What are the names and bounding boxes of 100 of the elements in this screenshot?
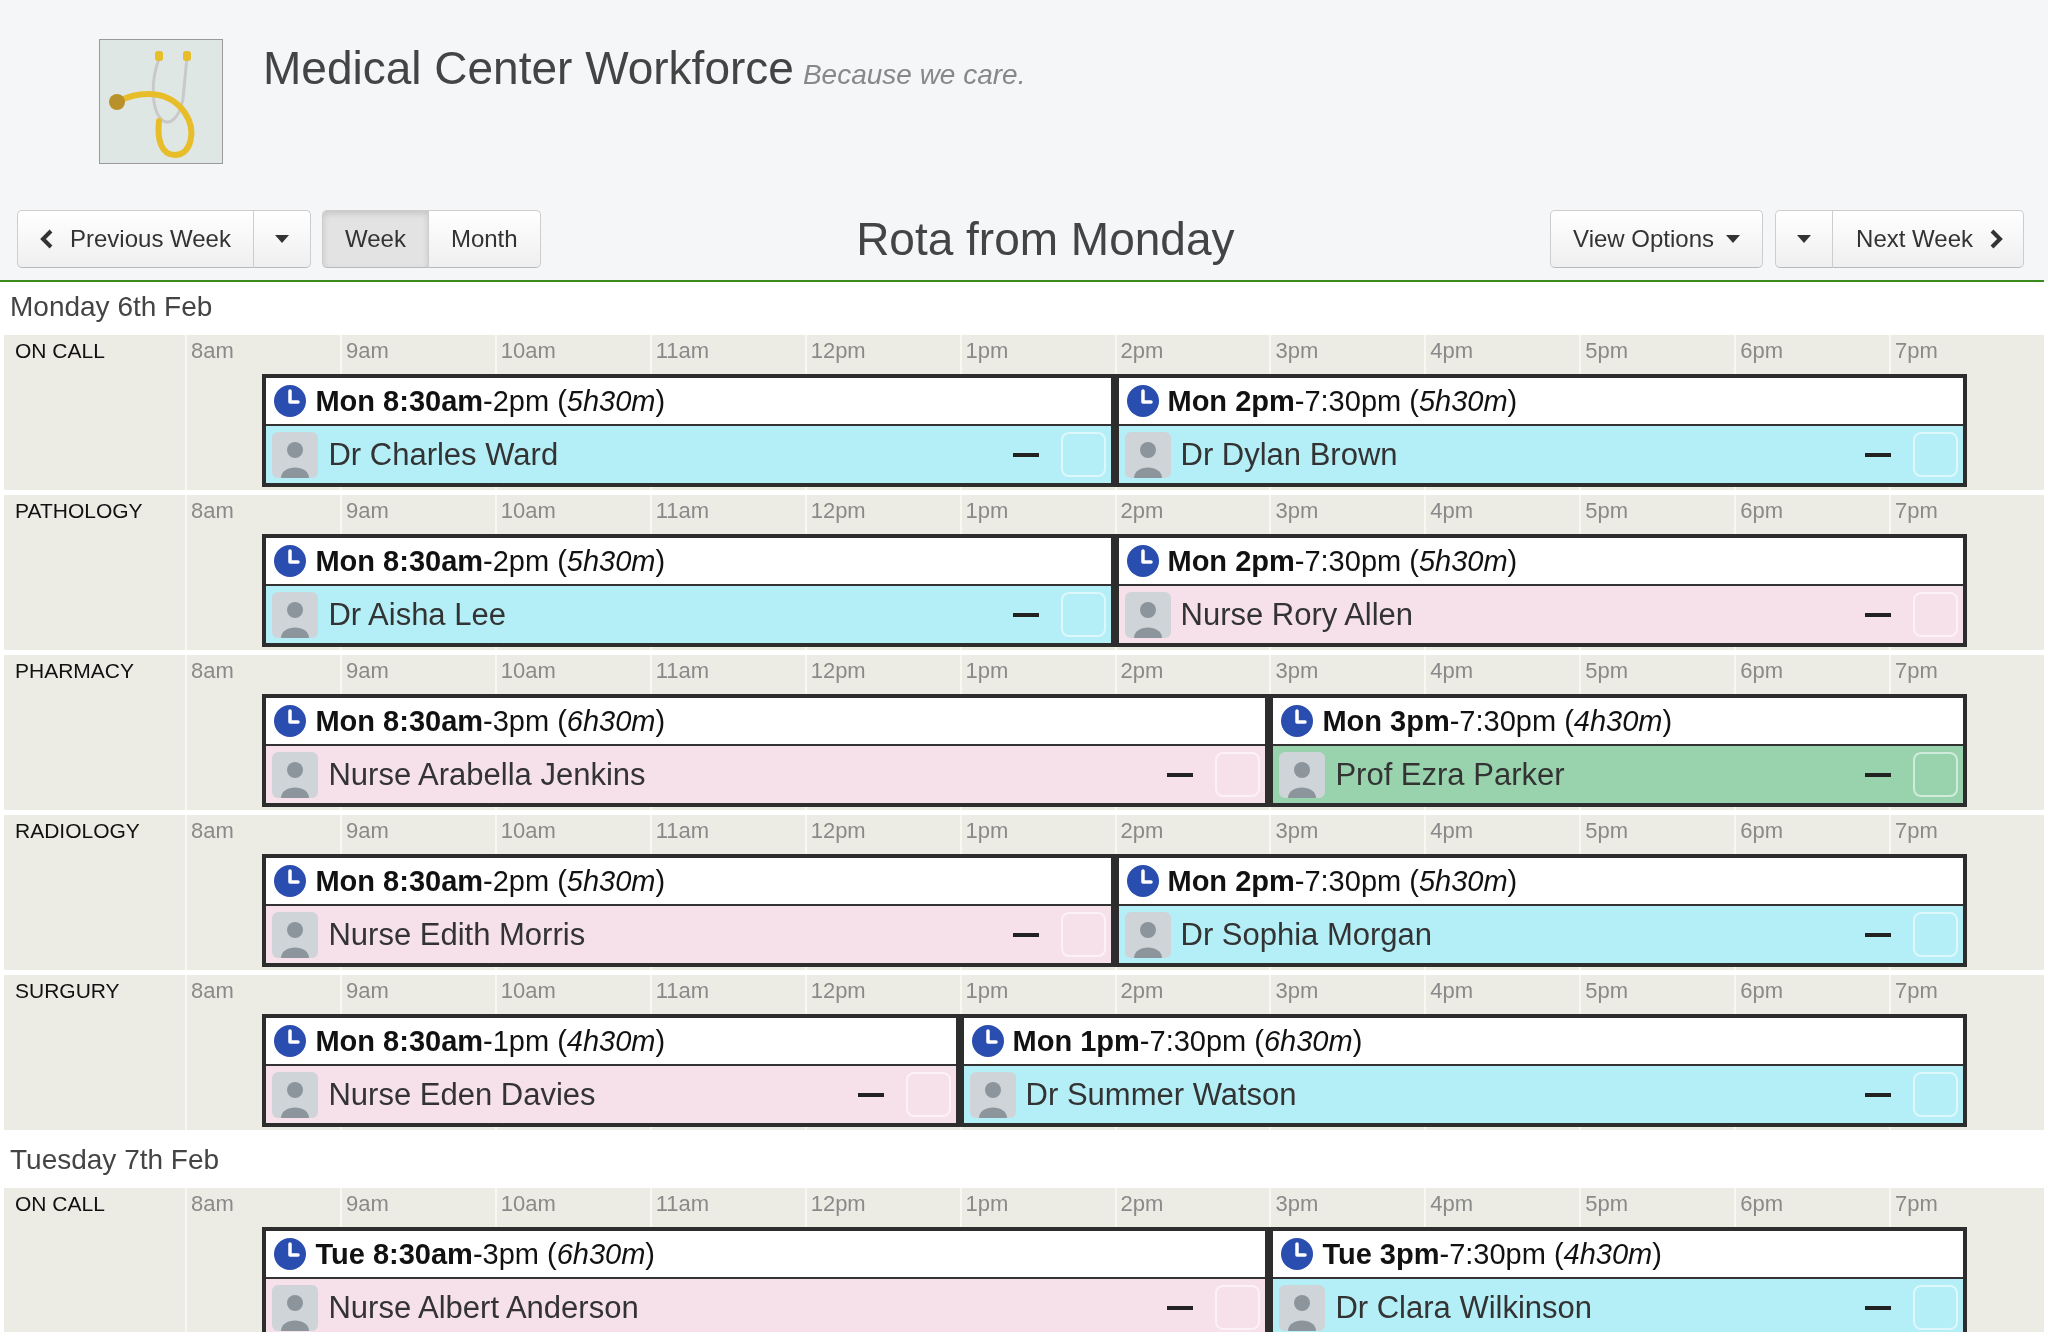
shift-card[interactable]: Mon 2pm-7:30pm (5h30m) Dr Dylan Brown bbox=[1114, 374, 1967, 487]
hour-label: 4pm bbox=[1430, 658, 1474, 683]
hour-label: 5pm bbox=[1585, 1191, 1629, 1216]
staff-name: Dr Dylan Brown bbox=[1180, 436, 1398, 473]
dropdown-button[interactable] bbox=[1775, 210, 1834, 268]
clock-icon bbox=[1281, 705, 1314, 737]
avatar-icon bbox=[1124, 591, 1171, 638]
minus-icon[interactable] bbox=[1864, 772, 1891, 777]
hour-label: 1pm bbox=[965, 818, 1009, 843]
shift-card[interactable]: Mon 8:30am-1pm (4h30m) Nurse Eden Davies bbox=[262, 1014, 960, 1127]
hour-label: 12pm bbox=[810, 338, 866, 363]
hour-label: 1pm bbox=[965, 338, 1009, 363]
staff-name: Nurse Albert Anderson bbox=[328, 1289, 639, 1326]
shift-card[interactable]: Mon 2pm-7:30pm (5h30m) Nurse Rory Allen bbox=[1114, 534, 1967, 647]
staff-name: Nurse Arabella Jenkins bbox=[328, 756, 646, 793]
hour-label: 5pm bbox=[1585, 978, 1629, 1003]
minus-icon[interactable] bbox=[1167, 772, 1194, 777]
minus-icon[interactable] bbox=[1012, 612, 1039, 617]
hour-label: 7pm bbox=[1895, 1191, 1938, 1216]
view-tab[interactable]: Week bbox=[321, 210, 429, 268]
checkbox[interactable] bbox=[1912, 912, 1958, 957]
staff-name: Dr Aisha Lee bbox=[328, 596, 506, 633]
caret-icon bbox=[1797, 235, 1812, 243]
checkbox[interactable] bbox=[1060, 432, 1106, 477]
staff-name: Prof Ezra Parker bbox=[1335, 756, 1565, 793]
department-label: ON CALL bbox=[15, 339, 105, 362]
checkbox[interactable] bbox=[1912, 1285, 1958, 1330]
hour-label: 10am bbox=[500, 498, 556, 523]
minus-icon[interactable] bbox=[1864, 1305, 1891, 1310]
hour-label: 7pm bbox=[1895, 818, 1938, 843]
hour-label: 7pm bbox=[1895, 658, 1938, 683]
department-label: RADIOLOGY bbox=[15, 819, 140, 842]
staff-name: Dr Sophia Morgan bbox=[1180, 916, 1433, 953]
shift-card[interactable]: Mon 8:30am-3pm (6h30m) Nurse Arabella Jenkins bbox=[262, 694, 1270, 807]
page-title: Rota from Monday bbox=[856, 212, 1235, 267]
hour-label: 10am bbox=[500, 818, 556, 843]
clock-icon bbox=[1126, 385, 1159, 417]
hour-label: 11am bbox=[655, 978, 710, 1003]
shift-time: Mon 2pm-7:30pm (5h30m) bbox=[1167, 384, 1518, 418]
hour-label: 5pm bbox=[1585, 658, 1629, 683]
clock-icon bbox=[274, 1025, 307, 1057]
shift-card[interactable]: Mon 8:30am-2pm (5h30m) Dr Aisha Lee bbox=[262, 534, 1115, 647]
clock-icon bbox=[274, 385, 307, 417]
hour-label: 11am bbox=[655, 658, 710, 683]
hour-label: 10am bbox=[500, 978, 556, 1003]
checkbox[interactable] bbox=[1060, 592, 1106, 637]
shift-card[interactable]: Mon 8:30am-2pm (5h30m) Dr Charles Ward bbox=[262, 374, 1115, 487]
previous-week-button[interactable]: Previous Week bbox=[17, 210, 254, 268]
clock-icon bbox=[274, 1238, 307, 1270]
shift-time: Tue 3pm-7:30pm (4h30m) bbox=[1322, 1237, 1662, 1271]
shift-card[interactable]: Mon 8:30am-2pm (5h30m) Nurse Edith Morris bbox=[262, 854, 1115, 967]
staff-name: Dr Clara Wilkinson bbox=[1335, 1289, 1593, 1326]
tagline: Because we care. bbox=[802, 59, 1026, 91]
staff-name: Dr Summer Watson bbox=[1025, 1076, 1297, 1113]
hour-label: 9am bbox=[345, 978, 389, 1003]
shift-card[interactable]: Tue 3pm-7:30pm (4h30m) Dr Clara Wilkinson bbox=[1269, 1227, 1967, 1332]
minus-icon[interactable] bbox=[1864, 452, 1891, 457]
hour-label: 6pm bbox=[1740, 498, 1783, 523]
hour-label: 9am bbox=[345, 1191, 389, 1216]
hour-label: 8am bbox=[191, 978, 234, 1003]
hour-label: 9am bbox=[345, 338, 389, 363]
minus-icon[interactable] bbox=[1012, 452, 1039, 457]
shift-time: Mon 2pm-7:30pm (5h30m) bbox=[1167, 864, 1518, 898]
shift-card[interactable]: Mon 2pm-7:30pm (5h30m) Dr Sophia Morgan bbox=[1114, 854, 1967, 967]
hour-label: 7pm bbox=[1895, 338, 1938, 363]
hour-label: 1pm bbox=[965, 1191, 1009, 1216]
dropdown-button[interactable] bbox=[252, 210, 311, 268]
view-options-button[interactable]: View Options bbox=[1550, 210, 1764, 268]
hour-label: 6pm bbox=[1740, 658, 1783, 683]
minus-icon[interactable] bbox=[1012, 932, 1039, 937]
staff-name: Nurse Edith Morris bbox=[328, 916, 586, 953]
hour-label: 6pm bbox=[1740, 338, 1783, 363]
checkbox[interactable] bbox=[1912, 752, 1958, 797]
hour-label: 8am bbox=[191, 818, 234, 843]
checkbox[interactable] bbox=[1912, 432, 1958, 477]
shift-card[interactable]: Tue 8:30am-3pm (6h30m) Nurse Albert Anderson bbox=[262, 1227, 1270, 1332]
hour-label: 2pm bbox=[1120, 978, 1164, 1003]
hour-label: 4pm bbox=[1430, 338, 1474, 363]
minus-icon[interactable] bbox=[857, 1092, 884, 1097]
day-heading: Tuesday 7th Feb bbox=[10, 1144, 220, 1175]
chevron-right-icon bbox=[1989, 229, 2003, 249]
hour-label: 6pm bbox=[1740, 1191, 1783, 1216]
next-week-button[interactable]: Next Week bbox=[1832, 210, 2024, 268]
shift-card[interactable]: Mon 1pm-7:30pm (6h30m) Dr Summer Watson bbox=[959, 1014, 1967, 1127]
hour-label: 12pm bbox=[810, 818, 866, 843]
minus-icon[interactable] bbox=[1864, 612, 1891, 617]
avatar-icon bbox=[272, 1071, 319, 1118]
checkbox[interactable] bbox=[1912, 1072, 1958, 1117]
hour-label: 3pm bbox=[1275, 818, 1319, 843]
minus-icon[interactable] bbox=[1167, 1305, 1194, 1310]
avatar-icon bbox=[1124, 431, 1171, 478]
shift-card[interactable]: Mon 3pm-7:30pm (4h30m) Prof Ezra Parker bbox=[1269, 694, 1967, 807]
shift-time: Mon 8:30am-2pm (5h30m) bbox=[315, 544, 666, 578]
avatar-icon bbox=[272, 1284, 319, 1331]
hour-label: 2pm bbox=[1120, 818, 1164, 843]
view-tab[interactable]: Month bbox=[427, 210, 541, 268]
department-label: PATHOLOGY bbox=[15, 499, 143, 522]
hour-label: 4pm bbox=[1430, 818, 1474, 843]
minus-icon[interactable] bbox=[1864, 1092, 1891, 1097]
minus-icon[interactable] bbox=[1864, 932, 1891, 937]
